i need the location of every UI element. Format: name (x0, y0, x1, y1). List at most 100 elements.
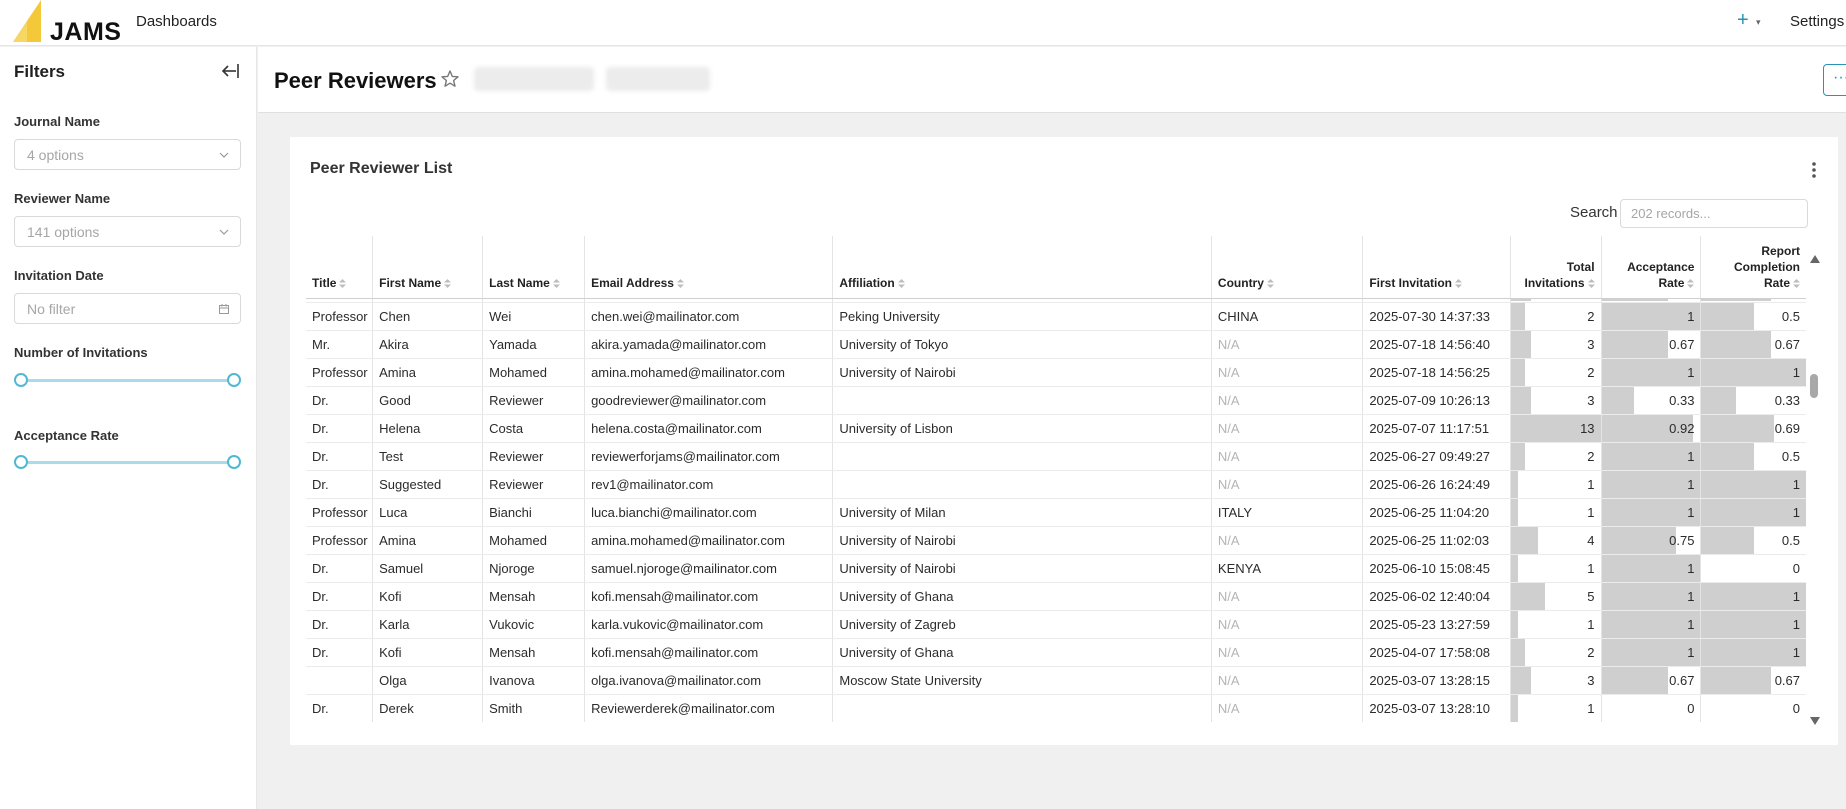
sort-icon[interactable] (897, 278, 905, 288)
sort-icon[interactable] (676, 278, 684, 288)
table-row[interactable]: Dr. Test Reviewer reviewerforjams@mailinato… (306, 442, 1806, 471)
value-bar (1602, 526, 1676, 553)
cell-value: 1 (1792, 644, 1800, 660)
acceptance-rate-label: Acceptance Rate (14, 428, 119, 443)
value-bar (1701, 638, 1806, 665)
table-row[interactable]: Professor Amina Mohamed amina.mohamed@maili… (306, 526, 1806, 555)
table-cell: Amina (372, 526, 483, 555)
column-header[interactable]: Title (306, 236, 373, 299)
table-row[interactable]: Olga Ivanova olga.ivanova@mailinator.com Mo… (306, 666, 1806, 695)
table-body: Dr.IsidoraSmithisidora@mailinator.comUni… (306, 274, 1806, 722)
column-header[interactable]: Acceptance Rate (1600, 236, 1701, 299)
invitation-date-picker[interactable]: No filter (14, 293, 241, 324)
column-header[interactable]: Last Name (482, 236, 585, 299)
cell-value: 1 (1687, 308, 1695, 324)
kebab-menu-icon[interactable] (1811, 161, 1817, 179)
sort-icon[interactable] (1587, 278, 1595, 288)
journal-name-select[interactable]: 4 options (14, 139, 241, 170)
acceptance-rate-slider[interactable] (14, 455, 241, 471)
table-cell: 3 (1509, 330, 1602, 359)
invitations-range-slider[interactable] (14, 373, 241, 389)
more-options-button[interactable]: ··· (1823, 64, 1846, 96)
table-cell: N/A (1210, 638, 1363, 667)
value-bar (1701, 610, 1806, 637)
star-icon[interactable] (440, 69, 460, 89)
table-cell: Dr. (306, 470, 373, 499)
table-cell (832, 694, 1212, 722)
table-row[interactable]: Professor Luca Bianchi luca.bianchi@mailina… (306, 498, 1806, 527)
logo-text: JAMS (50, 18, 122, 46)
table-cell: KENYA (1210, 554, 1363, 583)
bar-cell: 1 (1602, 498, 1701, 525)
value-bar (1701, 358, 1806, 385)
sort-icon[interactable] (1793, 278, 1800, 288)
nav-dashboards-link[interactable]: Dashboards (136, 13, 217, 30)
table-cell: 2025-06-26 16:24:49 (1362, 470, 1511, 499)
table-cell: 0.33 (1600, 386, 1701, 415)
value-bar (1602, 554, 1701, 581)
chevron-down-icon[interactable]: ▾ (1756, 17, 1761, 28)
bar-cell: 0.67 (1602, 330, 1700, 357)
sort-icon[interactable] (552, 278, 560, 288)
cell-value: 1 (1792, 616, 1800, 632)
column-header[interactable]: Report Completion Rate (1700, 236, 1806, 299)
column-header[interactable]: First Invitation (1362, 236, 1511, 299)
table-cell: 1 (1700, 638, 1806, 667)
sort-icon[interactable] (1454, 278, 1462, 288)
cell-value: 0.67 (1774, 336, 1800, 352)
table-cell: 0.67 (1600, 330, 1701, 359)
add-new-button[interactable]: + (1737, 9, 1749, 32)
table-cell: reviewerforjams@mailinator.com (584, 442, 833, 471)
table-cell: Mensah (482, 638, 585, 667)
table-cell: 2025-03-07 13:28:10 (1362, 694, 1511, 722)
reviewer-name-select[interactable]: 141 options (14, 216, 241, 247)
slider-max-handle[interactable] (227, 455, 241, 469)
column-header[interactable]: Email Address (584, 236, 833, 299)
column-header[interactable]: Total Invitations (1509, 236, 1602, 299)
table-cell: ITALY (1210, 498, 1363, 527)
sort-icon[interactable] (1266, 278, 1274, 288)
slider-max-handle[interactable] (227, 373, 241, 387)
scrollbar-thumb[interactable] (1810, 374, 1818, 398)
value-bar (1701, 470, 1806, 497)
search-label: Search (1570, 204, 1618, 221)
table-row[interactable]: Dr. Samuel Njoroge samuel.njoroge@mailinato… (306, 554, 1806, 583)
table-row[interactable]: Professor Chen Wei chen.wei@mailinator.com P… (306, 302, 1806, 331)
cell-value: 1 (1687, 364, 1695, 380)
column-header[interactable]: First Name (372, 236, 483, 299)
sort-icon[interactable] (1687, 278, 1695, 288)
sort-icon[interactable] (444, 278, 452, 288)
table-row[interactable]: Dr. Suggested Reviewer rev1@mailinator.com N… (306, 470, 1806, 499)
slider-min-handle[interactable] (14, 455, 28, 469)
table-row[interactable]: Professor Amina Mohamed amina.mohamed@maili… (306, 358, 1806, 387)
table-row[interactable]: Dr. Derek Smith Reviewerderek@mailinator.co… (306, 694, 1806, 722)
sort-icon[interactable] (339, 278, 347, 288)
cell-value: 5 (1587, 588, 1595, 604)
column-header[interactable]: Country (1210, 236, 1363, 299)
jams-logo[interactable]: JAMS (13, 0, 121, 46)
collapse-panel-icon[interactable] (219, 60, 241, 82)
nav-settings-link[interactable]: Settings (1790, 13, 1844, 30)
table-cell: Luca (372, 498, 483, 527)
scroll-up-arrow-icon[interactable] (1810, 255, 1820, 263)
table-cell: University of Zagreb (832, 610, 1212, 639)
table-cell: 0 (1600, 694, 1701, 722)
slider-min-handle[interactable] (14, 373, 28, 387)
table-row[interactable]: Dr. Helena Costa helena.costa@mailinator.co… (306, 414, 1806, 443)
value-bar (1511, 582, 1546, 609)
column-header[interactable]: Affiliation (832, 236, 1212, 299)
scroll-down-arrow-icon[interactable] (1810, 717, 1820, 725)
cell-value: 0 (1792, 700, 1800, 716)
table-row[interactable]: Dr. Kofi Mensah kofi.mensah@mailinator.com U… (306, 638, 1806, 667)
card-title: Peer Reviewer List (310, 160, 453, 177)
table-row[interactable]: Dr. Karla Vukovic karla.vukovic@mailinator.… (306, 610, 1806, 639)
value-bar (1511, 526, 1539, 553)
table-row[interactable]: Mr. Akira Yamada akira.yamada@mailinator.co… (306, 330, 1806, 359)
bar-cell: 0 (1702, 695, 1806, 722)
search-input[interactable] (1620, 199, 1808, 228)
table-cell: Dr. (306, 386, 373, 415)
table-row[interactable]: Dr. Good Reviewer goodreviewer@mailinator.c… (306, 386, 1806, 415)
table-row[interactable]: Dr. Kofi Mensah kofi.mensah@mailinator.com U… (306, 582, 1806, 611)
value-bar (1602, 638, 1701, 665)
table-cell: Olga (372, 666, 483, 695)
